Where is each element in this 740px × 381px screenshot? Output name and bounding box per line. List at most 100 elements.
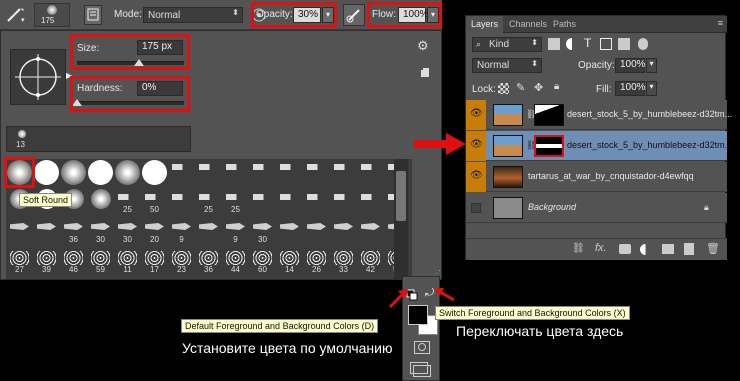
brush-preset-cell[interactable] — [6, 219, 33, 246]
gear-icon[interactable]: ⚙ — [417, 39, 431, 53]
brush-preset-cell[interactable] — [357, 159, 384, 186]
filter-toggle-icon[interactable] — [638, 38, 648, 50]
filter-smartobject-icon[interactable] — [618, 38, 630, 50]
brush-preset-cell[interactable]: 30 — [114, 219, 141, 246]
new-layer-icon[interactable] — [684, 243, 694, 255]
grid-scrollbar[interactable] — [394, 159, 408, 279]
brush-preset-cell[interactable]: 26 — [303, 249, 330, 276]
brush-preset-cell[interactable] — [249, 189, 276, 216]
brush-panel-toggle-icon[interactable] — [84, 5, 102, 25]
layer-name[interactable]: desert_stock_5_by_humblebeez-d32tm... — [567, 140, 732, 150]
brush-preset-cell[interactable] — [141, 159, 168, 186]
brush-preset-cell[interactable] — [195, 219, 222, 246]
brush-preset-cell[interactable]: 33 — [330, 249, 357, 276]
layer-row[interactable]: 👁︎ ⛓ desert_stock_5_by_humblebeez-d32tm.… — [466, 100, 732, 130]
tab-channels[interactable]: Channels — [504, 16, 552, 33]
new-preset-icon[interactable] — [419, 67, 431, 79]
adjustment-layer-icon[interactable] — [640, 244, 651, 255]
brush-preset-cell[interactable]: 27 — [6, 249, 33, 276]
brush-preset-cell[interactable]: 23 — [168, 249, 195, 276]
brush-preset-cell[interactable]: 36 — [60, 219, 87, 246]
brush-preset-cell[interactable]: 9 — [168, 219, 195, 246]
trash-icon[interactable]: 🗑︎ — [706, 242, 720, 255]
brush-preset-cell[interactable] — [357, 189, 384, 216]
brush-preset-cell[interactable]: 25 — [195, 189, 222, 216]
brush-preset-cell[interactable]: 25 — [222, 189, 249, 216]
brush-preset-cell[interactable] — [330, 189, 357, 216]
brush-preset-cell[interactable] — [195, 159, 222, 186]
brush-preset-cell[interactable]: 17 — [141, 249, 168, 276]
lock-position-icon[interactable]: ✥ — [534, 81, 543, 94]
layer-row-selected[interactable]: 👁︎ ⛓ desert_stock_5_by_humblebeez-d32tm.… — [466, 131, 732, 161]
brush-preset-cell[interactable] — [330, 159, 357, 186]
brush-preset-cell[interactable]: 20 — [141, 219, 168, 246]
lock-transparent-icon[interactable] — [498, 83, 509, 94]
add-mask-icon[interactable] — [619, 244, 631, 254]
brush-preset-cell[interactable] — [168, 189, 195, 216]
brush-preset-cell[interactable]: 14 — [276, 249, 303, 276]
fill-arrow[interactable]: ▾ — [646, 81, 657, 96]
layer-name[interactable]: desert_stock_5_by_humblebeez-d32tm... — [567, 109, 732, 119]
lock-all-icon[interactable]: 🔒︎ — [554, 81, 559, 92]
brush-preset-cell[interactable] — [330, 219, 357, 246]
brush-preset-cell[interactable] — [87, 159, 114, 186]
visibility-eye-empty[interactable] — [471, 203, 481, 213]
brush-preset-cell[interactable] — [87, 189, 114, 216]
fill-field[interactable]: 100% — [615, 81, 646, 96]
new-group-icon[interactable] — [662, 244, 674, 254]
brush-tool-icon[interactable]: ▾ — [4, 6, 26, 24]
brush-preset-cell[interactable]: 9 — [222, 219, 249, 246]
brush-preset-cell[interactable]: 46 — [60, 249, 87, 276]
brush-preset-cell[interactable]: 30 — [249, 219, 276, 246]
visibility-eye-icon[interactable]: 👁︎ — [466, 100, 486, 130]
brush-preset-picker[interactable]: 175 — [34, 3, 70, 27]
brush-preset-cell[interactable]: 50 — [141, 189, 168, 216]
brush-preset-cell[interactable]: 36 — [195, 249, 222, 276]
layer-opacity-arrow[interactable]: ▾ — [646, 58, 657, 73]
brush-preset-cell[interactable] — [357, 219, 384, 246]
brush-preset-cell[interactable] — [222, 159, 249, 186]
mode-select[interactable]: Normal ⬍ — [143, 7, 243, 23]
tab-layers[interactable]: Layers — [466, 16, 504, 33]
filter-type-icon[interactable]: T — [584, 36, 591, 50]
brush-preset-cell[interactable]: 30 — [87, 219, 114, 246]
foreground-color-swatch[interactable] — [408, 305, 428, 325]
brush-preset-cell[interactable]: 60 — [249, 249, 276, 276]
layer-name[interactable]: Background — [528, 202, 576, 212]
brush-preset-cell[interactable]: 42 — [357, 249, 384, 276]
screen-mode-icon[interactable] — [410, 362, 431, 377]
layer-row[interactable]: 👁︎ tartarus_at_war_by_cnquistador-d4ewfq… — [466, 162, 727, 192]
visibility-eye-icon[interactable]: 👁︎ — [466, 162, 486, 192]
brush-preset-cell[interactable]: 11 — [114, 249, 141, 276]
quick-mask-icon[interactable] — [414, 341, 430, 354]
brush-preset-cell[interactable]: 59 — [87, 249, 114, 276]
brush-preset-cell[interactable] — [276, 219, 303, 246]
brush-preset-cell[interactable] — [303, 159, 330, 186]
brush-preset-cell[interactable] — [303, 189, 330, 216]
blend-mode-select[interactable]: Normal ⬍ — [472, 58, 542, 73]
filter-adjustment-icon[interactable] — [566, 38, 578, 50]
layer-row[interactable]: Background 🔒︎ — [466, 193, 727, 223]
layer-name[interactable]: tartarus_at_war_by_cnquistador-d4ewfqq — [528, 171, 694, 181]
layer-filter-select[interactable]: ⌕ Kind ⬍ — [472, 37, 542, 52]
link-layers-icon[interactable]: ⛓ — [572, 243, 585, 254]
brush-preset-cell[interactable] — [276, 159, 303, 186]
brush-preset-cell[interactable] — [114, 159, 141, 186]
brush-preset-cell[interactable] — [33, 219, 60, 246]
brush-preset-cell[interactable]: 44 — [222, 249, 249, 276]
tab-paths[interactable]: Paths — [548, 16, 581, 33]
filter-shape-icon[interactable] — [600, 38, 612, 50]
brush-preset-cell[interactable]: 25 — [114, 189, 141, 216]
filter-pixel-icon[interactable] — [548, 38, 560, 50]
brush-preset-cell[interactable] — [249, 159, 276, 186]
layer-opacity-field[interactable]: 100% — [615, 58, 646, 73]
lock-image-icon[interactable]: ✎ — [516, 81, 525, 94]
brush-tip-preview[interactable] — [10, 49, 66, 105]
fx-icon[interactable]: fx. — [595, 242, 607, 254]
panel-menu-icon[interactable]: ≡ — [718, 18, 723, 28]
brush-preset-cell[interactable] — [303, 219, 330, 246]
grid-scrollbar-thumb[interactable] — [396, 171, 406, 221]
brush-preset-cell[interactable] — [168, 159, 195, 186]
brush-preset-cell[interactable] — [276, 189, 303, 216]
airbrush-icon[interactable] — [343, 4, 365, 26]
